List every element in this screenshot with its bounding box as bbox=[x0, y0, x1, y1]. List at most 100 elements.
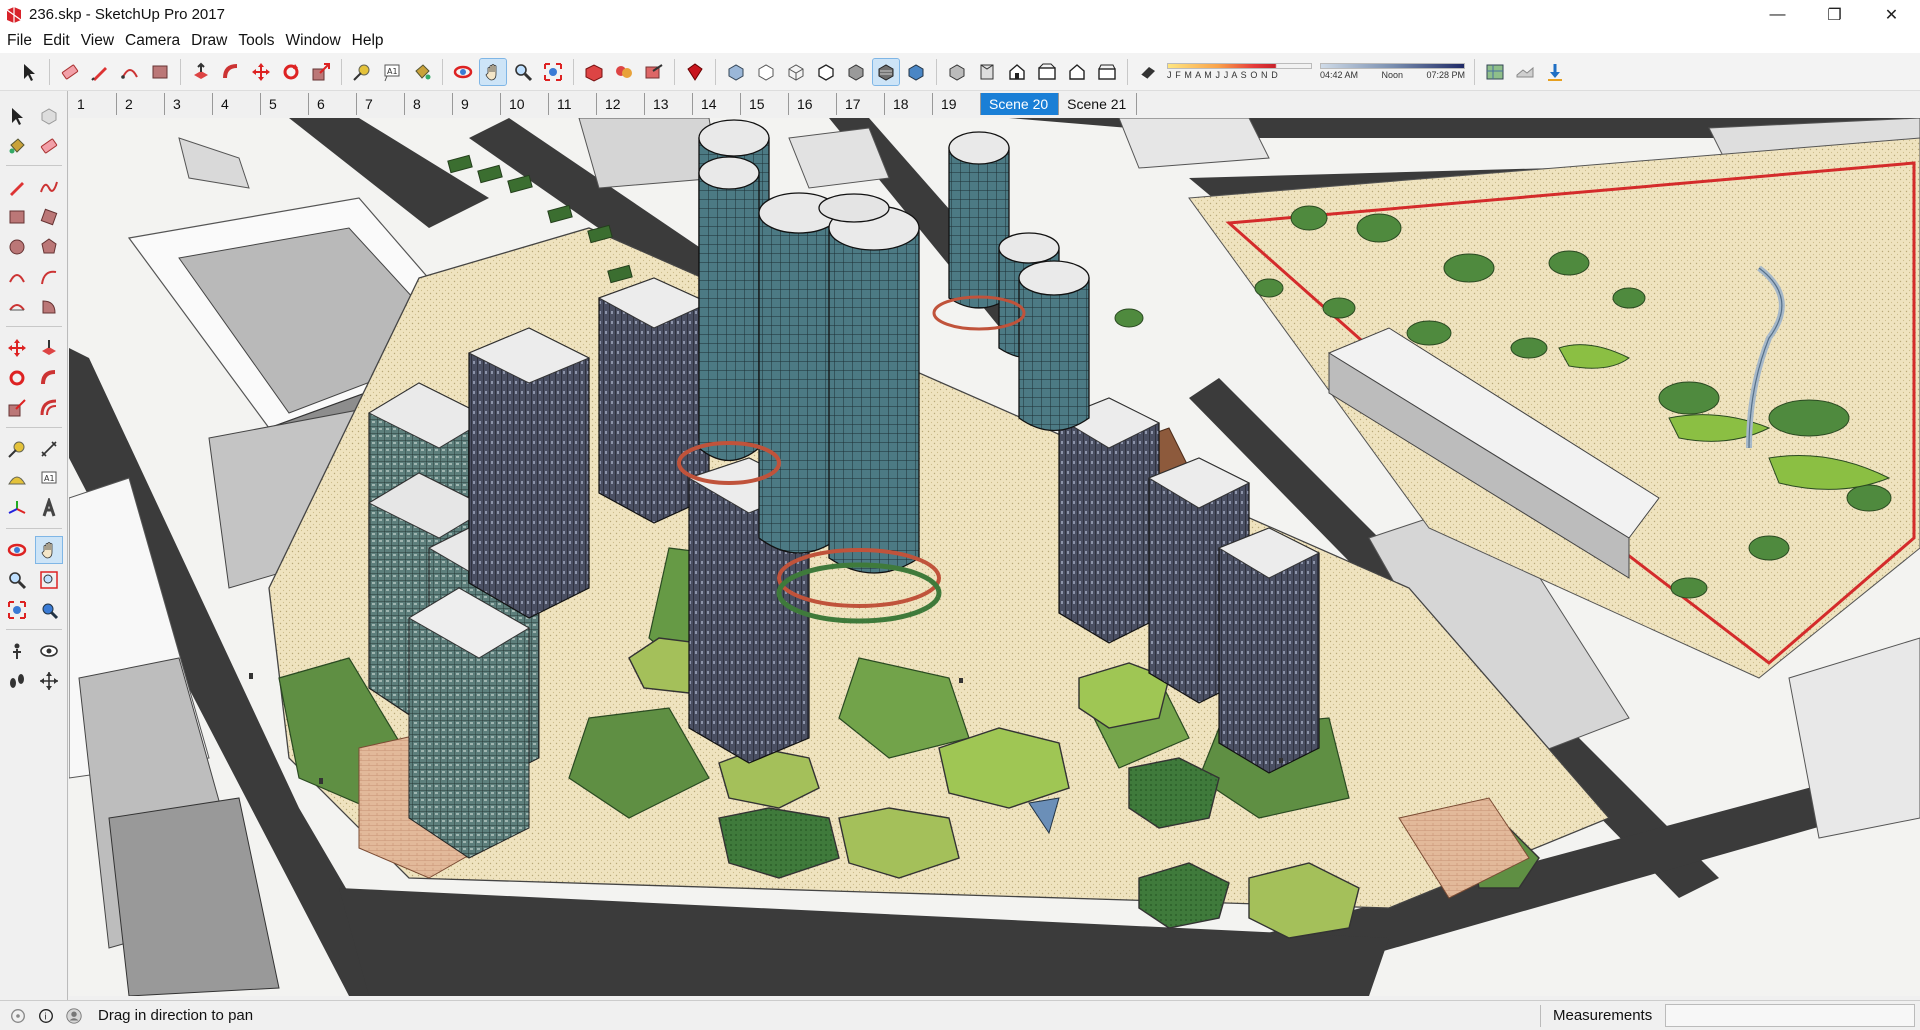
rotated-rectangle-tool-icon[interactable] bbox=[36, 204, 62, 230]
sign-in-user-icon[interactable] bbox=[64, 1006, 84, 1026]
scene-tab[interactable]: 15 bbox=[741, 93, 789, 115]
scene-tab[interactable]: 9 bbox=[453, 93, 501, 115]
add-location-icon[interactable] bbox=[1482, 59, 1508, 85]
text-tool-icon[interactable]: A1 bbox=[36, 466, 62, 492]
scene-tab[interactable]: 5 bbox=[261, 93, 309, 115]
shaded-textures-style-icon[interactable] bbox=[872, 57, 900, 86]
follow-me-tool-icon[interactable] bbox=[218, 59, 244, 85]
protractor-tool-icon[interactable] bbox=[4, 466, 30, 492]
xray-style-icon[interactable] bbox=[723, 59, 749, 85]
make-component-icon[interactable] bbox=[36, 103, 62, 129]
wireframe-style-icon[interactable] bbox=[783, 59, 809, 85]
right-view-icon[interactable] bbox=[1034, 59, 1060, 85]
maximize-button[interactable]: ❐ bbox=[1806, 0, 1863, 29]
select-tool-icon[interactable] bbox=[4, 103, 30, 129]
scene-tab[interactable]: 3 bbox=[165, 93, 213, 115]
eraser-tool-icon[interactable] bbox=[36, 133, 62, 159]
measurements-input[interactable] bbox=[1665, 1004, 1915, 1027]
month-slider-track[interactable] bbox=[1167, 63, 1312, 69]
scene-tab[interactable]: 14 bbox=[693, 93, 741, 115]
ruby-console-icon[interactable] bbox=[682, 59, 708, 85]
scene-tab[interactable]: 8 bbox=[405, 93, 453, 115]
menu-edit[interactable]: Edit bbox=[43, 32, 77, 50]
select-tool-icon[interactable] bbox=[16, 59, 42, 85]
menu-draw[interactable]: Draw bbox=[191, 32, 234, 50]
shaded-style-icon[interactable] bbox=[843, 59, 869, 85]
zoom-extents-tool-icon[interactable] bbox=[540, 59, 566, 85]
scene-tab[interactable]: 17 bbox=[837, 93, 885, 115]
tape-measure-tool-icon[interactable] bbox=[4, 436, 30, 462]
import-download-icon[interactable] bbox=[1542, 59, 1568, 85]
iso-view-icon[interactable] bbox=[944, 59, 970, 85]
offset-tool-icon[interactable] bbox=[36, 395, 62, 421]
move-tool-icon[interactable] bbox=[248, 59, 274, 85]
3d-text-tool-icon[interactable] bbox=[36, 496, 62, 522]
eraser-tool-icon[interactable] bbox=[57, 59, 83, 85]
rotate-tool-icon[interactable] bbox=[4, 365, 30, 391]
rectangle-tool-icon[interactable] bbox=[147, 59, 173, 85]
scale-tool-icon[interactable] bbox=[4, 395, 30, 421]
push-pull-tool-icon[interactable] bbox=[188, 59, 214, 85]
section-plane-tool-icon[interactable] bbox=[36, 668, 62, 694]
scene-tab[interactable]: 4 bbox=[213, 93, 261, 115]
extension-warehouse-icon[interactable] bbox=[611, 59, 637, 85]
hidden-line-style-icon[interactable] bbox=[813, 59, 839, 85]
position-camera-tool-icon[interactable] bbox=[4, 638, 30, 664]
walk-tool-icon[interactable] bbox=[4, 668, 30, 694]
time-slider-track[interactable] bbox=[1320, 63, 1465, 69]
pan-tool-icon[interactable] bbox=[35, 536, 63, 564]
line-tool-icon[interactable] bbox=[4, 174, 30, 200]
scene-tab[interactable]: 11 bbox=[549, 93, 597, 115]
three-point-arc-tool-icon[interactable] bbox=[4, 294, 30, 320]
push-pull-tool-icon[interactable] bbox=[36, 335, 62, 361]
menu-window[interactable]: Window bbox=[286, 32, 348, 50]
previous-view-tool-icon[interactable] bbox=[36, 597, 62, 623]
credits-info-icon[interactable]: i bbox=[36, 1006, 56, 1026]
scene-tab[interactable]: 18 bbox=[885, 93, 933, 115]
tape-measure-tool-icon[interactable] bbox=[349, 59, 375, 85]
zoom-tool-icon[interactable] bbox=[4, 567, 30, 593]
model-viewport[interactable] bbox=[69, 118, 1920, 996]
scale-tool-icon[interactable] bbox=[308, 59, 334, 85]
dimension-tool-icon[interactable] bbox=[36, 436, 62, 462]
scene-tab[interactable]: 19 bbox=[933, 93, 981, 115]
look-around-tool-icon[interactable] bbox=[36, 638, 62, 664]
move-tool-icon[interactable] bbox=[4, 335, 30, 361]
paint-bucket-tool-icon[interactable] bbox=[4, 133, 30, 159]
text-tool-icon[interactable]: A1 bbox=[379, 59, 405, 85]
freehand-tool-icon[interactable] bbox=[36, 174, 62, 200]
zoom-extents-tool-icon[interactable] bbox=[4, 597, 30, 623]
axes-tool-icon[interactable] bbox=[4, 496, 30, 522]
shadow-time-slider[interactable]: 04:42 AM Noon 07:28 PM bbox=[1320, 63, 1465, 80]
scene-tab[interactable]: 16 bbox=[789, 93, 837, 115]
paint-bucket-tool-icon[interactable] bbox=[409, 59, 435, 85]
scene-tab[interactable]: Scene 21 bbox=[1059, 93, 1138, 115]
rotate-tool-icon[interactable] bbox=[278, 59, 304, 85]
front-view-icon[interactable] bbox=[1004, 59, 1030, 85]
pie-tool-icon[interactable] bbox=[36, 294, 62, 320]
minimize-button[interactable]: — bbox=[1749, 0, 1806, 29]
3d-warehouse-icon[interactable] bbox=[581, 59, 607, 85]
circle-tool-icon[interactable] bbox=[4, 234, 30, 260]
toggle-terrain-icon[interactable] bbox=[1512, 59, 1538, 85]
shadow-date-slider[interactable]: J F M A M J J A S O N D bbox=[1167, 63, 1312, 80]
scene-tab[interactable]: 13 bbox=[645, 93, 693, 115]
share-model-icon[interactable] bbox=[641, 59, 667, 85]
rectangle-tool-icon[interactable] bbox=[4, 204, 30, 230]
back-view-icon[interactable] bbox=[1064, 59, 1090, 85]
scene-tab[interactable]: 10 bbox=[501, 93, 549, 115]
menu-help[interactable]: Help bbox=[352, 32, 391, 50]
scene-tab[interactable]: Scene 20 bbox=[981, 93, 1060, 115]
arc-tool-icon[interactable] bbox=[4, 264, 30, 290]
geolocation-icon[interactable] bbox=[8, 1006, 28, 1026]
menu-tools[interactable]: Tools bbox=[238, 32, 281, 50]
pan-tool-icon[interactable] bbox=[479, 57, 507, 86]
close-button[interactable]: ✕ bbox=[1863, 0, 1920, 29]
orbit-tool-icon[interactable] bbox=[4, 537, 30, 563]
polygon-tool-icon[interactable] bbox=[36, 234, 62, 260]
pencil-line-tool-icon[interactable] bbox=[87, 59, 113, 85]
top-view-icon[interactable] bbox=[974, 59, 1000, 85]
display-shadows-icon[interactable] bbox=[1135, 59, 1161, 85]
monochrome-style-icon[interactable] bbox=[903, 59, 929, 85]
zoom-window-tool-icon[interactable] bbox=[36, 567, 62, 593]
